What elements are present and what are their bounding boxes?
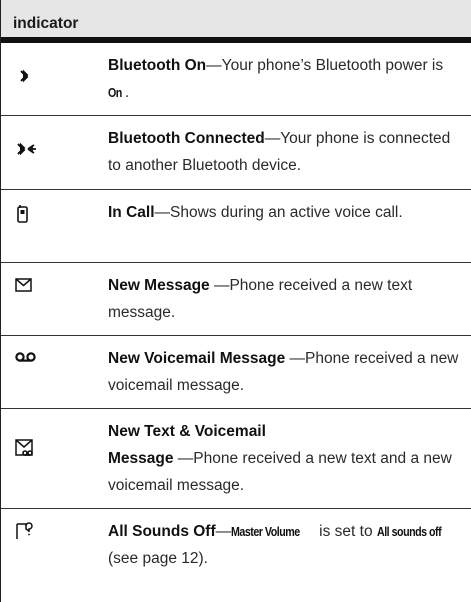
voicemail-icon <box>13 346 39 368</box>
icon-cell <box>1 263 95 335</box>
new-message-envelope-icon <box>13 274 35 296</box>
term-bluetooth-connected: Bluetooth Connected <box>108 130 265 147</box>
keyword-master-volume: Master Volume <box>231 524 300 539</box>
table-row: All Sounds Off—Master Volume is set to A… <box>1 509 471 602</box>
table-row: Bluetooth Connected—Your phone is connec… <box>1 116 471 190</box>
table-row: New Text & Voicemail Message —Phone rece… <box>1 409 471 509</box>
bluetooth-connected-icon <box>13 138 43 160</box>
term-new-text-voicemail-line2: Message <box>108 450 178 467</box>
keyword-on: On <box>108 85 122 100</box>
table-row: In Call—Shows during an active voice cal… <box>1 190 471 263</box>
table-row: Bluetooth On—Your phone’s Bluetooth powe… <box>1 43 471 116</box>
header-indicator-label: indicator <box>13 15 79 32</box>
table-row: New Message —Phone received a new text m… <box>1 263 471 336</box>
in-call-icon <box>13 202 35 224</box>
term-new-message: New Message <box>108 277 214 294</box>
bluetooth-icon <box>13 65 35 87</box>
term-in-call: In Call <box>108 204 155 221</box>
table-row: New Voicemail Message —Phone received a … <box>1 336 471 409</box>
indicator-table: indicator Bluetooth On—Your phone’s Blue… <box>0 0 471 602</box>
term-bluetooth-on: Bluetooth On <box>108 57 207 74</box>
icon-cell <box>1 409 95 508</box>
sounds-off-icon <box>13 520 35 542</box>
row-description: New Voicemail Message —Phone received a … <box>108 350 459 394</box>
icon-cell <box>1 43 95 115</box>
term-new-voicemail: New Voicemail Message <box>108 350 290 367</box>
table-header: indicator <box>1 0 471 43</box>
row-description: All Sounds Off—Master Volume is set to A… <box>108 518 460 572</box>
row-description: New Text & Voicemail Message —Phone rece… <box>108 423 452 494</box>
term-all-sounds-off: All Sounds Off <box>108 523 216 540</box>
icon-cell <box>1 190 95 262</box>
row-description: New Message —Phone received a new text m… <box>108 277 413 321</box>
row-description: Bluetooth On—Your phone’s Bluetooth powe… <box>108 52 460 106</box>
icon-cell <box>1 116 95 189</box>
row-description: In Call—Shows during an active voice cal… <box>108 204 403 221</box>
row-description: Bluetooth Connected—Your phone is connec… <box>108 130 451 174</box>
icon-cell <box>1 336 95 408</box>
term-new-text-voicemail-line1: New Text & Voicemail <box>108 423 266 440</box>
keyword-all-sounds-off: All sounds off <box>376 524 442 539</box>
icon-cell <box>1 509 95 602</box>
text-and-voicemail-icon <box>13 437 37 459</box>
